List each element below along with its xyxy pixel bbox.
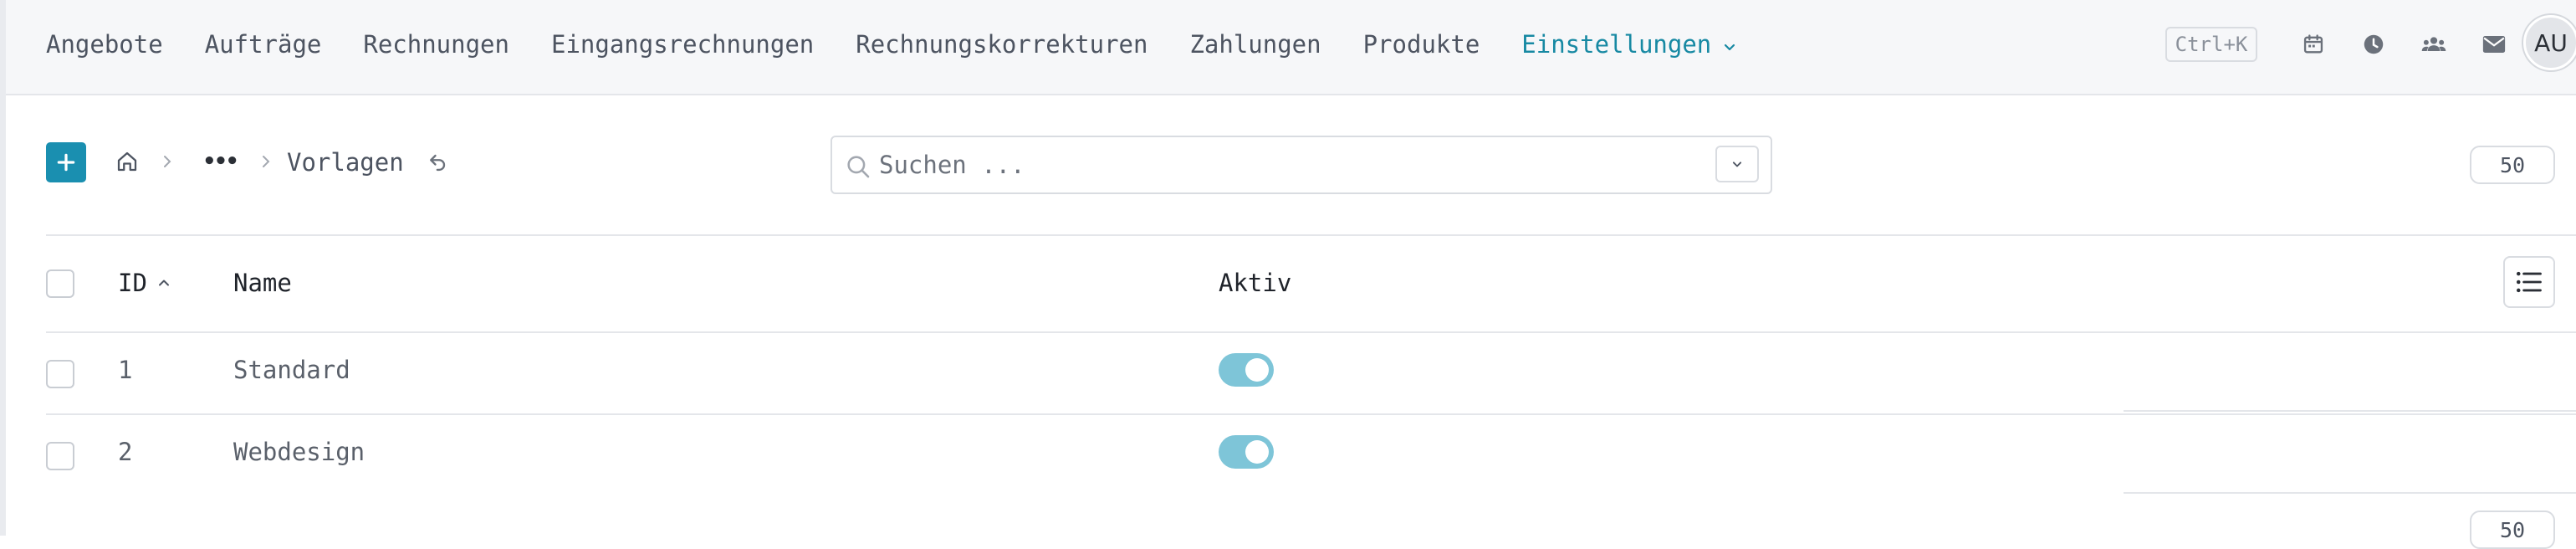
window-edge xyxy=(0,0,6,536)
column-settings-button[interactable] xyxy=(2503,256,2555,308)
row-checkbox[interactable] xyxy=(46,360,74,388)
nav-item-rechnungskorrekturen[interactable]: Rechnungskorrekturen xyxy=(856,30,1147,59)
breadcrumb-current: Vorlagen xyxy=(287,148,404,177)
search-icon xyxy=(844,152,872,181)
row-id: 2 xyxy=(118,438,133,466)
plus-icon xyxy=(57,153,75,172)
user-avatar[interactable]: AU xyxy=(2523,15,2576,70)
breadcrumb-home[interactable] xyxy=(113,147,141,176)
chevron-down-icon xyxy=(1720,34,1740,54)
select-all-checkbox[interactable] xyxy=(46,269,74,298)
column-header-id[interactable]: ID xyxy=(118,266,172,300)
list-icon xyxy=(2516,271,2542,293)
nav-item-auftraege[interactable]: Aufträge xyxy=(205,30,322,59)
page-size-select[interactable]: 50 xyxy=(2470,146,2555,184)
search-options-button[interactable] xyxy=(1715,146,1759,182)
column-header-id-label: ID xyxy=(118,269,147,297)
row-divider xyxy=(46,413,2576,415)
search-shortcut-hint[interactable]: Ctrl+K xyxy=(2165,27,2257,62)
row-name: Webdesign xyxy=(233,438,365,466)
column-header-active[interactable]: Aktiv xyxy=(1219,266,1291,300)
header-divider xyxy=(46,331,2576,333)
clock-icon[interactable] xyxy=(2359,30,2388,59)
chevron-down-icon xyxy=(1732,162,1742,167)
row-checkbox[interactable] xyxy=(46,442,74,470)
mail-icon[interactable] xyxy=(2480,30,2508,59)
nav-item-zahlungen[interactable]: Zahlungen xyxy=(1189,30,1321,59)
nav-item-einstellungen-label: Einstellungen xyxy=(1521,30,1712,59)
main-menu: Angebote Aufträge Rechnungen Eingangsrec… xyxy=(46,0,1781,89)
breadcrumb-separator-icon xyxy=(257,147,275,176)
team-icon[interactable] xyxy=(2420,30,2448,59)
search-input[interactable]: Suchen ... xyxy=(879,137,1025,192)
column-header-name[interactable]: Name xyxy=(233,266,292,300)
top-navigation: Angebote Aufträge Rechnungen Eingangsrec… xyxy=(6,0,2576,95)
active-toggle[interactable] xyxy=(1219,435,1274,469)
row-id: 1 xyxy=(118,356,133,384)
footer-page-size-select[interactable]: 50 xyxy=(2470,511,2555,549)
search-field[interactable]: Suchen ... xyxy=(831,136,1772,194)
toggle-knob xyxy=(1245,358,1269,382)
breadcrumb-ellipsis[interactable]: ••• xyxy=(197,147,243,176)
nav-item-einstellungen[interactable]: Einstellungen xyxy=(1521,30,1740,59)
sort-ascending-icon xyxy=(158,280,169,286)
app: Angebote Aufträge Rechnungen Eingangsrec… xyxy=(6,0,2576,549)
nav-item-produkte[interactable]: Produkte xyxy=(1363,30,1480,59)
row-name: Standard xyxy=(233,356,350,384)
calendar-icon[interactable] xyxy=(2299,30,2328,59)
breadcrumb-separator-icon xyxy=(158,147,176,176)
nav-item-angebote[interactable]: Angebote xyxy=(46,30,163,59)
home-icon xyxy=(117,151,137,172)
undo-icon[interactable] xyxy=(424,147,452,176)
row-divider-right xyxy=(2124,492,2576,494)
row-divider-right xyxy=(2124,410,2576,412)
add-button[interactable] xyxy=(46,142,86,182)
toggle-knob xyxy=(1245,440,1269,464)
active-toggle[interactable] xyxy=(1219,353,1274,387)
nav-item-rechnungen[interactable]: Rechnungen xyxy=(363,30,509,59)
nav-item-eingangsrechnungen[interactable]: Eingangsrechnungen xyxy=(551,30,814,59)
table-top-divider xyxy=(46,234,2576,236)
